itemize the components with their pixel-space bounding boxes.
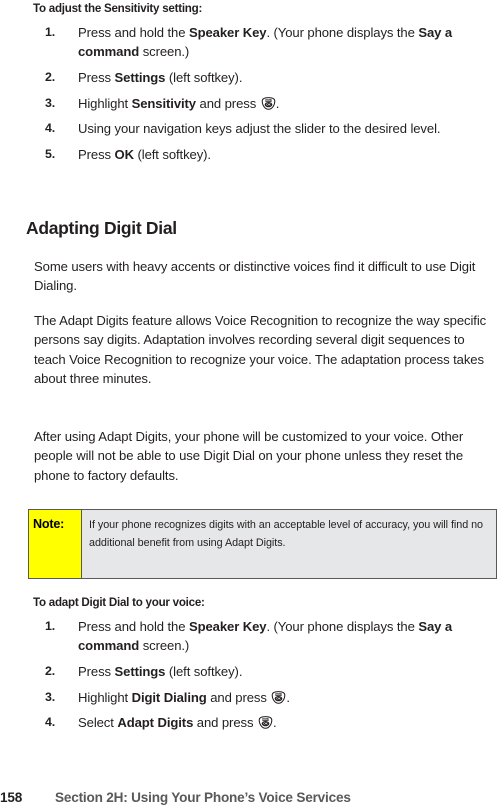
procedure-adapt-lead-in: To adapt Digit Dial to your voice: [33, 596, 205, 609]
list-item-number: 2. [45, 69, 56, 84]
procedure-sensitivity-lead-in: To adjust the Sensitivity setting: [33, 2, 203, 15]
procedure-adapt-list: 1. Press and hold the Speaker Key. (Your … [45, 617, 501, 739]
list-item-number: 3. [45, 689, 56, 704]
list-item-text: Highlight Digit Dialing and press MENU OK… [78, 689, 290, 705]
list-item-number: 2. [45, 663, 56, 678]
emphasis-text: OK [114, 147, 135, 163]
emphasis-text: Sensitivity [131, 95, 197, 111]
section-paragraph-3: After using Adapt Digits, your phone wil… [34, 429, 464, 483]
note-body-cell: If your phone recognizes digits with an … [82, 510, 496, 578]
list-item-number: 4. [45, 121, 56, 136]
svg-text:MENU: MENU [276, 694, 282, 696]
list-item: 3. Highlight Digit Dialing and press MENU… [45, 688, 501, 707]
section-paragraph-1: Some users with heavy accents or distinc… [34, 259, 476, 294]
list-item-number: 1. [45, 619, 56, 633]
note-label-cell: Note: [29, 510, 82, 578]
list-item-number: 1. [45, 25, 56, 39]
list-item: 1. Press and hold the Speaker Key. (Your … [45, 23, 501, 62]
note-text: If your phone recognizes digits with an … [89, 519, 484, 549]
list-item-text: Press and hold the Speaker Key. (Your ph… [78, 619, 453, 654]
svg-text:MENU: MENU [262, 720, 268, 722]
svg-text:MENU: MENU [265, 100, 271, 102]
footer-section-reference: Section 2H: Using Your Phone’s Voice Ser… [55, 790, 351, 805]
list-item-number: 5. [45, 147, 56, 162]
menu-ok-key-icon: MENU OK [261, 96, 276, 110]
list-item-number: 3. [45, 95, 56, 110]
emphasis-text: Speaker Key [188, 619, 267, 634]
document-page: To adjust the Sensitivity setting: 1. Pre… [0, 0, 501, 811]
page-footer: 158 Section 2H: Using Your Phone’s Voice… [0, 781, 501, 811]
list-item: 3. Highlight Sensitivity and press MENU OK… [45, 94, 501, 113]
list-item-text: Press Settings (left softkey). [78, 69, 243, 85]
procedure-sensitivity-list: 1. Press and hold the Speaker Key. (Your … [45, 23, 501, 171]
emphasis-text: Adapt Digits [117, 715, 194, 731]
page-number: 158 [0, 790, 23, 805]
emphasis-text: Say a command [78, 25, 453, 60]
menu-ok-key-icon: MENU OK [271, 690, 286, 704]
note-label: Note: [33, 517, 65, 531]
emphasis-text: Digit Dialing [131, 689, 207, 705]
section-paragraph-2: The Adapt Digits feature allows Voice Re… [34, 313, 487, 386]
list-item-text: Press OK (left softkey). [78, 147, 211, 163]
list-item-text: Press Settings (left softkey). [78, 663, 243, 679]
list-item-text: Highlight Sensitivity and press MENU OK. [78, 95, 280, 111]
note-callout: Note: If your phone recognizes digits wi… [28, 509, 497, 579]
section-title-adapting-digit-dial: Adapting Digit Dial [26, 218, 177, 238]
list-item: 4. Select Adapt Digits and press MENU OK. [45, 713, 501, 732]
list-item: 2. Press Settings (left softkey). [45, 662, 501, 681]
list-item-number: 4. [45, 715, 56, 730]
menu-ok-key-icon: MENU OK [258, 716, 273, 730]
list-item-text: Using your navigation keys adjust the sl… [78, 121, 441, 137]
emphasis-text: Settings [114, 663, 166, 679]
list-item: 2. Press Settings (left softkey). [45, 68, 501, 87]
list-item: 1. Press and hold the Speaker Key. (Your … [45, 617, 501, 656]
list-item: 4. Using your navigation keys adjust the … [45, 119, 501, 138]
emphasis-text: Speaker Key [188, 25, 267, 40]
emphasis-text: Settings [114, 69, 166, 85]
list-item-text: Select Adapt Digits and press MENU OK. [78, 715, 277, 731]
emphasis-text: Say a command [78, 619, 453, 654]
list-item: 5. Press OK (left softkey). [45, 145, 501, 164]
list-item-text: Press and hold the Speaker Key. (Your ph… [78, 25, 453, 60]
